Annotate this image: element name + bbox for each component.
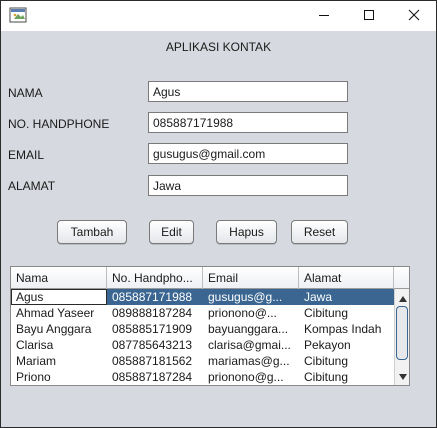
table-cell[interactable]: Pekayon — [299, 337, 394, 353]
table-cell[interactable]: 085887181562 — [107, 353, 203, 369]
phone-label: NO. HANDPHONE — [8, 117, 110, 131]
scroll-up-button[interactable] — [395, 291, 409, 305]
table-cell[interactable]: bayuanggara... — [203, 321, 299, 337]
header-corner — [394, 267, 409, 289]
close-icon — [408, 9, 420, 24]
edit-button[interactable]: Edit — [149, 220, 194, 244]
table-cell[interactable]: prionono@g... — [203, 369, 299, 385]
table-cell[interactable]: 085885171909 — [107, 321, 203, 337]
table-row[interactable]: Agus 085887171988 gusugus@g... Jawa — [11, 289, 394, 305]
address-field[interactable]: Jawa — [148, 175, 348, 196]
table-cell[interactable]: Mariam — [11, 353, 107, 369]
table-cell[interactable]: gusugus@g... — [203, 289, 299, 305]
table-body: Agus 085887171988 gusugus@g... Jawa Ahma… — [11, 289, 394, 385]
reset-button[interactable]: Reset — [291, 220, 348, 244]
minimize-button[interactable] — [301, 1, 346, 31]
table-header: Nama No. Handpho... Email Alamat — [11, 267, 409, 289]
table-cell[interactable]: clarisa@gmai... — [203, 337, 299, 353]
column-header-alamat[interactable]: Alamat — [299, 267, 394, 289]
minimize-icon — [318, 9, 330, 24]
table-row[interactable]: Priono 085887187284 prionono@g... Cibitu… — [11, 369, 394, 385]
table-cell[interactable]: Agus — [11, 289, 107, 305]
table-cell[interactable]: 085887187284 — [107, 369, 203, 385]
contacts-table: Nama No. Handpho... Email Alamat Agus 08… — [10, 266, 410, 386]
phone-field[interactable]: 085887171988 — [148, 112, 348, 133]
close-button[interactable] — [391, 1, 436, 31]
table-cell[interactable]: Cibitung — [299, 305, 394, 321]
table-row[interactable]: Clarisa 087785643213 clarisa@gmai... Pek… — [11, 337, 394, 353]
maximize-icon — [363, 9, 375, 24]
column-header-email[interactable]: Email — [203, 267, 299, 289]
name-field[interactable]: Agus — [148, 81, 348, 102]
table-cell[interactable]: Cibitung — [299, 353, 394, 369]
table-cell[interactable]: prionono@... — [203, 305, 299, 321]
column-header-nama[interactable]: Nama — [11, 267, 107, 289]
table-cell[interactable]: Bayu Anggara — [11, 321, 107, 337]
delete-button[interactable]: Hapus — [216, 220, 277, 244]
maximize-button[interactable] — [346, 1, 391, 31]
table-row[interactable]: Ahmad Yaseer 089888187284 prionono@... C… — [11, 305, 394, 321]
address-label: ALAMAT — [8, 179, 56, 193]
triangle-down-icon — [398, 369, 407, 383]
scrollbar-thumb[interactable] — [396, 306, 408, 360]
email-field[interactable]: gusugus@gmail.com — [148, 143, 348, 164]
table-cell[interactable]: Jawa — [299, 289, 394, 305]
title-bar[interactable] — [1, 1, 436, 31]
vertical-scrollbar[interactable] — [394, 289, 409, 385]
table-cell[interactable]: Ahmad Yaseer — [11, 305, 107, 321]
table-cell[interactable]: Cibitung — [299, 369, 394, 385]
table-cell[interactable]: 089888187284 — [107, 305, 203, 321]
email-label: EMAIL — [8, 148, 45, 162]
java-app-icon — [9, 7, 27, 23]
scroll-down-button[interactable] — [395, 369, 409, 383]
triangle-up-icon — [398, 291, 407, 305]
content-panel: APLIKASI KONTAK NAMA Agus NO. HANDPHONE … — [1, 31, 436, 427]
table-cell[interactable]: Priono — [11, 369, 107, 385]
form-heading: APLIKASI KONTAK — [165, 40, 272, 54]
name-label: NAMA — [8, 86, 43, 100]
application-window: APLIKASI KONTAK NAMA Agus NO. HANDPHONE … — [0, 0, 437, 428]
table-cell[interactable]: Clarisa — [11, 337, 107, 353]
column-header-phone[interactable]: No. Handpho... — [107, 267, 203, 289]
table-cell[interactable]: 085887171988 — [107, 289, 203, 305]
table-cell[interactable]: mariamas@g... — [203, 353, 299, 369]
table-row[interactable]: Mariam 085887181562 mariamas@g... Cibitu… — [11, 353, 394, 369]
table-cell[interactable]: Kompas Indah — [299, 321, 394, 337]
table-row[interactable]: Bayu Anggara 085885171909 bayuanggara...… — [11, 321, 394, 337]
table-cell[interactable]: 087785643213 — [107, 337, 203, 353]
add-button[interactable]: Tambah — [57, 220, 127, 244]
